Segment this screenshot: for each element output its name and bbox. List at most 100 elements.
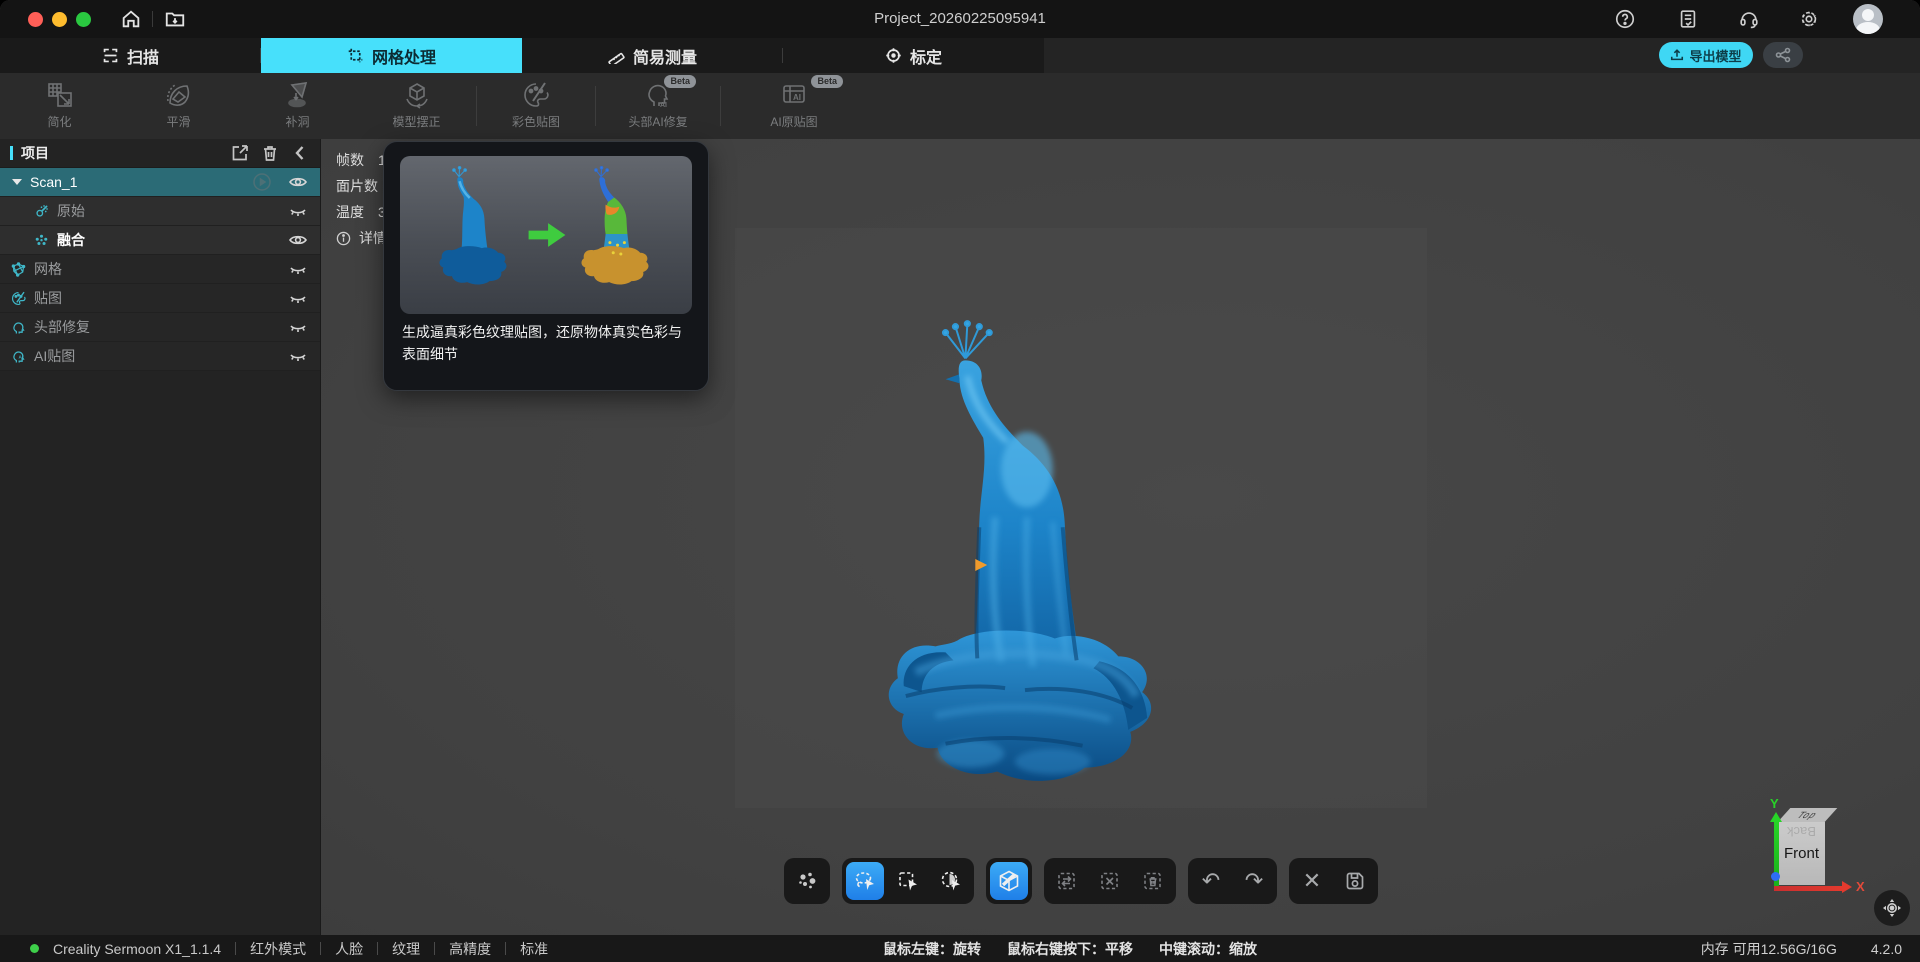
hint-zoom: 中键滚动：缩放 — [1159, 939, 1257, 959]
eye-open-icon[interactable] — [288, 172, 308, 192]
save-button[interactable] — [1336, 862, 1374, 900]
redo-button[interactable]: ↷ — [1235, 862, 1273, 900]
close-icon: ✕ — [1303, 870, 1321, 892]
mode-high-precision: 高精度 — [449, 939, 491, 959]
tool-color-texture[interactable]: 彩色贴图 — [477, 73, 595, 139]
layer-row-ai-texture[interactable]: AI AI贴图 — [0, 342, 320, 371]
layer-row-scan1[interactable]: Scan_1 — [0, 168, 320, 197]
project-sidebar: 项目 Scan_1 原始 融合 网格 贴图 — [0, 139, 321, 935]
mode-face: 人脸 — [335, 939, 363, 959]
info-label: 帧数 — [336, 150, 364, 170]
simplify-icon — [44, 79, 76, 111]
beta-badge: Beta — [664, 75, 696, 88]
redo-icon: ↷ — [1245, 870, 1263, 892]
delete-selection-button[interactable] — [1134, 862, 1172, 900]
layer-row-texture[interactable]: 贴图 — [0, 284, 320, 313]
layer-row-raw[interactable]: 原始 — [0, 197, 320, 226]
export-model-button[interactable]: 导出模型 — [1659, 42, 1753, 68]
tool-label: 头部AI修复 — [628, 113, 687, 130]
status-left: Creality Sermoon X1_1.1.4 红外模式 人脸 纹理 高精度… — [30, 935, 548, 962]
smooth-icon — [163, 79, 195, 111]
tab-calibration[interactable]: 标定 — [783, 38, 1044, 73]
share-button[interactable] — [1763, 42, 1803, 68]
scan-icon — [102, 47, 119, 64]
undo-button[interactable]: ↶ — [1192, 862, 1230, 900]
invert-selection-button[interactable] — [1048, 862, 1086, 900]
tab-measure[interactable]: 简易测量 — [522, 38, 783, 73]
reset-view-button[interactable] — [1874, 890, 1910, 926]
status-separator — [505, 942, 506, 955]
status-separator — [320, 942, 321, 955]
scanned-model-peacock[interactable] — [876, 316, 1164, 808]
arrow-right-icon — [528, 222, 566, 248]
tool-align-model[interactable]: 模型摆正 — [357, 73, 476, 139]
tool-simplify[interactable]: 简化 — [0, 73, 119, 139]
ai-texture-layer-icon: AI — [10, 348, 27, 365]
beta-badge: Beta — [811, 75, 843, 88]
point-cloud-icon — [795, 869, 819, 893]
eye-closed-icon[interactable] — [288, 259, 308, 279]
ruler-icon — [608, 47, 625, 64]
license-icon[interactable] — [1677, 8, 1699, 30]
eye-closed-icon[interactable] — [288, 201, 308, 221]
eye-closed-icon[interactable] — [288, 346, 308, 366]
group-confirm: ✕ — [1289, 858, 1378, 904]
status-bar: Creality Sermoon X1_1.1.4 红外模式 人脸 纹理 高精度… — [0, 935, 1920, 962]
tool-ai-texture[interactable]: Beta AI AI原贴图 — [721, 73, 867, 139]
layer-label: 原始 — [57, 201, 85, 221]
raw-scan-icon — [33, 203, 50, 220]
svg-text:AI: AI — [793, 93, 801, 102]
svg-text:AI: AI — [660, 102, 667, 109]
eye-closed-icon[interactable] — [288, 288, 308, 308]
tool-head-ai-repair[interactable]: Beta AI 头部AI修复 — [596, 73, 720, 139]
group-mesh-toggle — [986, 858, 1032, 904]
info-icon — [336, 231, 351, 246]
support-headset-icon[interactable] — [1738, 8, 1760, 30]
info-label: 温度 — [336, 202, 364, 222]
tool-ribbon: 简化 平滑 补洞 模型摆正 彩色贴图 Beta AI 头部AI修复 Beta A… — [0, 73, 1920, 139]
layer-label: 贴图 — [34, 288, 62, 308]
deselect-button[interactable] — [1091, 862, 1129, 900]
play-icon[interactable] — [252, 172, 272, 192]
gizmo-front-face[interactable]: Back Front — [1778, 822, 1825, 885]
import-icon[interactable] — [230, 143, 250, 163]
tool-fill-holes[interactable]: 补洞 — [238, 73, 357, 139]
z-axis-dot — [1771, 872, 1780, 881]
rect-select-icon — [896, 869, 920, 893]
layer-row-mesh[interactable]: 网格 — [0, 255, 320, 284]
gizmo-back-label: Back — [1778, 824, 1825, 839]
layer-row-head-repair[interactable]: 头部修复 — [0, 313, 320, 342]
user-avatar[interactable] — [1853, 4, 1883, 34]
layer-row-fusion[interactable]: 融合 — [0, 226, 320, 255]
cancel-edit-button[interactable]: ✕ — [1293, 862, 1331, 900]
circle-select-icon — [939, 869, 963, 893]
delete-project-icon[interactable] — [260, 143, 280, 163]
texture-palette-icon — [10, 290, 27, 307]
gizmo-top-face[interactable]: Top — [1778, 808, 1838, 822]
eye-open-icon[interactable] — [288, 230, 308, 250]
eye-closed-icon[interactable] — [288, 317, 308, 337]
lasso-select-button[interactable] — [846, 862, 884, 900]
tab-scan[interactable]: 扫描 — [0, 38, 261, 73]
tab-mesh-processing[interactable]: 网格处理 — [261, 38, 522, 73]
memory-status: 内存 可用12.56G/16G — [1701, 939, 1837, 959]
chevron-down-icon[interactable] — [12, 179, 22, 185]
mode-standard: 标准 — [520, 939, 548, 959]
mesh-view-button[interactable] — [990, 862, 1028, 900]
device-online-dot — [30, 944, 39, 953]
circle-select-button[interactable] — [932, 862, 970, 900]
crop-icon — [347, 47, 364, 64]
accent-bar — [10, 146, 13, 160]
avatar-head-icon — [1862, 9, 1874, 21]
layer-label: AI贴图 — [34, 346, 75, 366]
group-selection-edit — [1044, 858, 1176, 904]
tool-smooth[interactable]: 平滑 — [119, 73, 238, 139]
point-cloud-button[interactable] — [788, 862, 826, 900]
settings-gear-icon[interactable] — [1798, 8, 1820, 30]
help-icon[interactable] — [1614, 8, 1636, 30]
rect-select-button[interactable] — [889, 862, 927, 900]
orientation-gizmo[interactable]: Top Back Front Y X — [1760, 800, 1890, 930]
tool-label: 补洞 — [285, 113, 309, 130]
collapse-panel-icon[interactable] — [290, 143, 310, 163]
tab-label: 网格处理 — [372, 44, 436, 68]
